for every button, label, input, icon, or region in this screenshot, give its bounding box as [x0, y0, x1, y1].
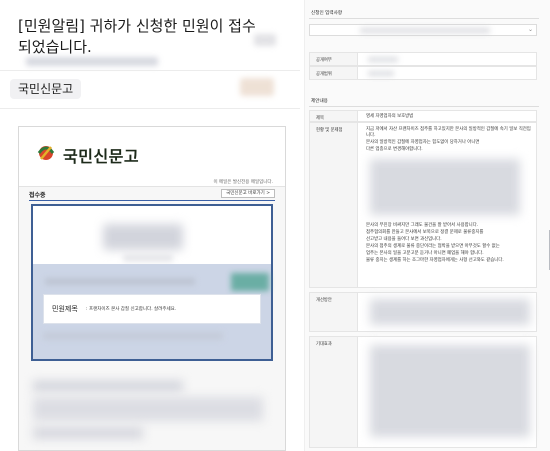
- row-label: 공개범위: [316, 72, 332, 77]
- redacted-paragraph: [370, 159, 520, 215]
- petition-title-card: 민원제목 : 프랜차이즈 본사 갑질 신고합니다. 살려주세요.: [43, 294, 261, 324]
- form-row-effect: 기대효과: [309, 336, 537, 448]
- redacted-value: [368, 71, 394, 76]
- divider: [0, 70, 300, 71]
- row-label-cell: 제목: [310, 111, 358, 121]
- row-label: 기대효과: [316, 342, 332, 347]
- row-label-cell: 현황 및 문제점: [310, 123, 358, 287]
- row-label: 현황 및 문제점: [316, 128, 343, 133]
- status-text-5: 점주협의회를 만들고 본사에서 보복으로 정결 문제로 물류중지를: [366, 230, 484, 235]
- email-subject: [민원알림] 귀하가 신청한 민원이 접수되었습니다.: [18, 17, 256, 56]
- redacted-footer: [33, 397, 263, 421]
- status-underline: [29, 200, 275, 201]
- petition-form-panel: 신청인 입력사항 ⌄ 공개여부 공개범위 제안내용 제목 영세 자영업자의 보호…: [304, 0, 550, 451]
- redacted-value: [360, 28, 490, 33]
- petition-detail-box: 민원제목 : 프랜차이즈 본사 갑질 신고합니다. 살려주세요.: [31, 204, 273, 361]
- redacted-value: [368, 57, 398, 62]
- petition-title-label: 민원제목: [52, 305, 78, 313]
- mail-body-card: 국민신문고 이 메일은 발신전용 메일입니다. 접수중 국민신문고 바로가기 >…: [18, 126, 286, 451]
- form-row-improvement: 개선방안: [309, 292, 537, 332]
- section-applicant-heading: 신청인 입력사항: [311, 11, 343, 16]
- status-text-2: 본사의 일방적인 갑질에 자영업자는 힘도없이 당하거나 아니면: [366, 140, 480, 145]
- redacted-paragraph: [370, 345, 530, 437]
- redacted-button: [231, 273, 269, 291]
- section-divider: [309, 18, 539, 19]
- screenshot-root: [민원알림] 귀하가 신청한 민원이 접수되었습니다. 국민신문고 국민신문고 …: [0, 0, 550, 451]
- status-text-3: 다른 업종으로 변경해야합니다.: [366, 147, 423, 152]
- form-row-subject: 제목 영세 자영업자의 보호방법: [309, 110, 537, 122]
- status-text-6: 선고받고 내용을 들어다 보면 과신입니다.: [366, 237, 442, 242]
- agency-select[interactable]: ⌄: [309, 24, 537, 36]
- mail-header: 국민신문고 이 메일은 발신전용 메일입니다.: [19, 127, 285, 187]
- form-row-status: 현황 및 문제점 지금 저에서 자산 프랜차이즈 점주를 하고있지만 본사의 일…: [309, 122, 537, 288]
- row-label: 공개여부: [316, 58, 332, 63]
- form-row-disclosure: 공개여부: [309, 52, 537, 66]
- chevron-down-icon: ⌄: [527, 26, 533, 33]
- row-label-cell: 기대효과: [310, 337, 358, 447]
- redacted-block: [123, 254, 173, 262]
- row-label-cell: 개선방안: [310, 293, 358, 331]
- sender-info-redacted: [26, 57, 158, 66]
- status-text-9: 물류 중지는 생계를 하는 조그마한 자영업자에게는 사형 선고와도 같습니다.: [366, 258, 504, 263]
- row-label-cell: 공개범위: [310, 67, 358, 79]
- form-row-scope: 공개범위: [309, 66, 537, 80]
- category-chip[interactable]: 국민신문고: [10, 79, 82, 99]
- send-only-notice: 이 메일은 발신전용 메일입니다.: [213, 180, 273, 185]
- redacted-paragraph: [370, 299, 530, 325]
- divider: [0, 108, 300, 109]
- sinmungo-shortcut-button[interactable]: 국민신문고 바로가기 >: [221, 189, 275, 198]
- email-panel: [민원알림] 귀하가 신청한 민원이 접수되었습니다. 국민신문고 국민신문고 …: [0, 0, 300, 451]
- status-text-4: 본사의 무진장 비싸지만 그래도 물건을 잘 받아서 사용합니다.: [366, 223, 479, 228]
- status-text-1: 지금 저에서 자산 프랜차이즈 점주를 하고있지만 본사의 일방적인 갑질에 속…: [366, 127, 531, 139]
- logo-text: 국민신문고: [63, 147, 140, 166]
- section-divider: [309, 106, 539, 107]
- redacted-block: [103, 224, 183, 250]
- status-text-7: 본사의 점주의 생계로 물류 중단이라는 협박을 받으면 아무것도 할수 없는: [366, 244, 500, 249]
- redacted-line: [45, 278, 195, 285]
- row-label: 제목: [316, 116, 324, 121]
- status-text-8: 업주는 본사의 일을 고분고분 듣거나 아니면 폐업을 해야 합니다.: [366, 251, 484, 256]
- section-content-heading: 제안내용: [311, 99, 328, 104]
- subject-value: 영세 자영업자의 보호방법: [366, 114, 414, 119]
- chip-redacted: [240, 78, 274, 96]
- petition-info-area: 민원제목 : 프랜차이즈 본사 갑질 신고합니다. 살려주세요.: [33, 264, 271, 359]
- status-label: 접수중: [29, 192, 46, 199]
- redacted-footer: [33, 381, 183, 391]
- status-bar: 접수중 국민신문고 바로가기 >: [29, 187, 275, 201]
- date-redacted: [254, 34, 276, 46]
- petition-title-text: : 프랜차이즈 본사 갑질 신고합니다. 살려주세요.: [86, 307, 177, 312]
- redacted-line: [43, 332, 223, 340]
- row-label-cell: 공개여부: [310, 53, 358, 65]
- redacted-footer: [33, 427, 143, 439]
- sinmungo-logo-icon: [37, 146, 55, 160]
- row-label: 개선방안: [316, 298, 332, 303]
